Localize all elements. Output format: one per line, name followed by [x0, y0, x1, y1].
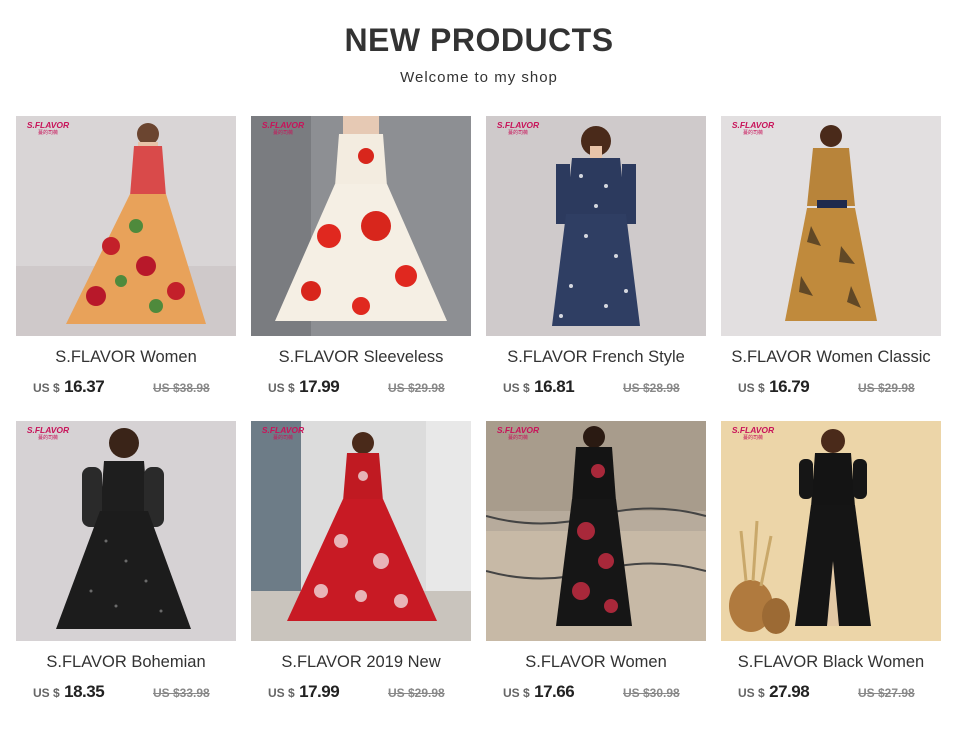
product-original-price: US $29.98 [858, 381, 915, 395]
product-image[interactable]: S.FLAVOR 蔓的司薇 [16, 116, 236, 336]
product-price: US $ 18.35 [33, 682, 105, 701]
product-name[interactable]: S.FLAVOR Women [16, 348, 236, 367]
brand-logo: S.FLAVOR 蔓的司薇 [26, 120, 70, 136]
product-original-price: US $30.98 [623, 686, 680, 700]
brand-logo: S.FLAVOR 蔓的司薇 [731, 425, 775, 441]
product-original-price: US $33.98 [153, 686, 210, 700]
product-image[interactable]: S.FLAVOR 蔓的司薇 [721, 421, 941, 641]
product-name[interactable]: S.FLAVOR Women Classic [721, 348, 941, 367]
product-image[interactable]: S.FLAVOR 蔓的司薇 [16, 421, 236, 641]
product-card[interactable]: S.FLAVOR 蔓的司薇 S.FLAVOR Black Women US $ 2… [721, 421, 956, 721]
product-card[interactable]: S.FLAVOR 蔓的司薇 S.FLAVOR Women Classic US $… [721, 116, 956, 416]
product-original-price: US $29.98 [388, 381, 445, 395]
product-image[interactable]: S.FLAVOR 蔓的司薇 [486, 116, 706, 336]
product-original-price: US $27.98 [858, 686, 915, 700]
product-name[interactable]: S.FLAVOR Black Women [721, 653, 941, 672]
product-name[interactable]: S.FLAVOR Bohemian [16, 653, 236, 672]
brand-logo: S.FLAVOR 蔓的司薇 [731, 120, 775, 136]
product-price: US $ 16.79 [738, 377, 810, 396]
brand-logo: S.FLAVOR 蔓的司薇 [261, 120, 305, 136]
product-image[interactable]: S.FLAVOR 蔓的司薇 [486, 421, 706, 641]
brand-logo: S.FLAVOR 蔓的司薇 [496, 120, 540, 136]
product-name[interactable]: S.FLAVOR French Style [486, 348, 706, 367]
brand-logo: S.FLAVOR 蔓的司薇 [26, 425, 70, 441]
product-price: US $ 17.99 [268, 682, 340, 701]
product-grid: S.FLAVOR 蔓的司薇 S.FLAVOR Women US $ 16.37 U… [0, 0, 958, 741]
product-price: US $ 17.99 [268, 377, 340, 396]
product-original-price: US $38.98 [153, 381, 210, 395]
product-price: US $ 16.37 [33, 377, 105, 396]
product-name[interactable]: S.FLAVOR Sleeveless [251, 348, 471, 367]
product-image[interactable]: S.FLAVOR 蔓的司薇 [251, 421, 471, 641]
product-card[interactable]: S.FLAVOR 蔓的司薇 S.FLAVOR 2019 New US $ 17.9… [251, 421, 486, 721]
product-original-price: US $29.98 [388, 686, 445, 700]
product-card[interactable]: S.FLAVOR 蔓的司薇 S.FLAVOR Women US $ 17.66 U… [486, 421, 721, 721]
product-name[interactable]: S.FLAVOR 2019 New [251, 653, 471, 672]
brand-logo: S.FLAVOR 蔓的司薇 [261, 425, 305, 441]
product-price: US $ 27.98 [738, 682, 810, 701]
product-card[interactable]: S.FLAVOR 蔓的司薇 S.FLAVOR French Style US $ … [486, 116, 721, 416]
product-image[interactable]: S.FLAVOR 蔓的司薇 [721, 116, 941, 336]
product-card[interactable]: S.FLAVOR 蔓的司薇 S.FLAVOR Sleeveless US $ 17… [251, 116, 486, 416]
product-price: US $ 16.81 [503, 377, 575, 396]
brand-logo: S.FLAVOR 蔓的司薇 [496, 425, 540, 441]
product-name[interactable]: S.FLAVOR Women [486, 653, 706, 672]
product-card[interactable]: S.FLAVOR 蔓的司薇 S.FLAVOR Women US $ 16.37 U… [16, 116, 251, 416]
product-original-price: US $28.98 [623, 381, 680, 395]
product-image[interactable]: S.FLAVOR 蔓的司薇 [251, 116, 471, 336]
product-price: US $ 17.66 [503, 682, 575, 701]
product-card[interactable]: S.FLAVOR 蔓的司薇 S.FLAVOR Bohemian US $ 18.3… [16, 421, 251, 721]
